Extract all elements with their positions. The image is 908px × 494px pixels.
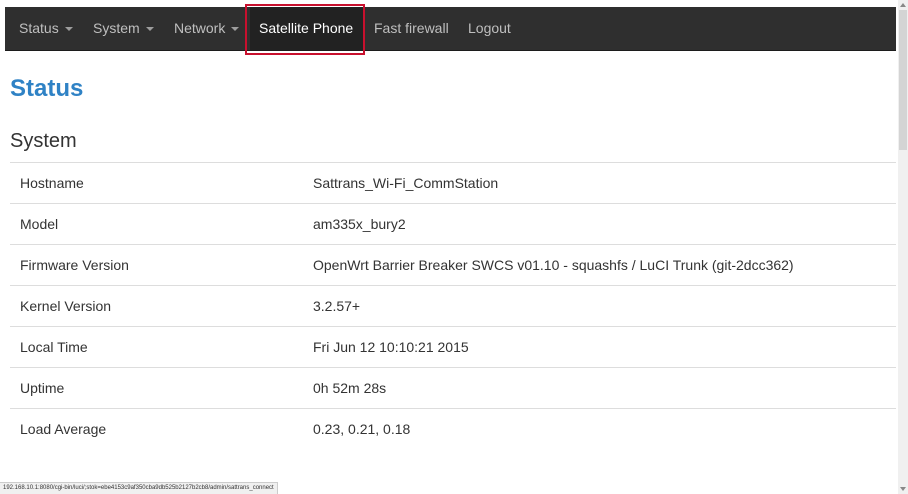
row-key: Firmware Version [10, 244, 303, 286]
table-row: Hostname Sattrans_Wi-Fi_CommStation [10, 162, 896, 204]
nav-status-menu[interactable]: Status [19, 7, 73, 50]
row-key: Hostname [10, 162, 303, 204]
table-row: Kernel Version 3.2.57+ [10, 285, 896, 327]
row-value: 0h 52m 28s [303, 367, 896, 409]
table-row: Local Time Fri Jun 12 10:10:21 2015 [10, 326, 896, 368]
row-value: 3.2.57+ [303, 285, 896, 327]
nav-network-menu[interactable]: Network [174, 7, 240, 50]
row-key: Load Average [10, 408, 303, 450]
row-key: Uptime [10, 367, 303, 409]
nav-fast-firewall-label: Fast firewall [374, 20, 449, 36]
nav-logout-label: Logout [468, 20, 511, 36]
table-row: Load Average 0.23, 0.21, 0.18 [10, 408, 896, 450]
nav-satellite-phone-label: Satellite Phone [259, 20, 354, 36]
scroll-up-icon[interactable] [900, 3, 906, 7]
nav-satellite-phone[interactable]: Satellite Phone [250, 7, 365, 50]
row-value: 0.23, 0.21, 0.18 [303, 408, 896, 450]
top-navbar: Status System Network Satellite Phone Fa… [5, 7, 896, 51]
row-value: am335x_bury2 [303, 203, 896, 245]
nav-network-label: Network [174, 20, 226, 36]
scroll-down-icon[interactable] [900, 487, 906, 491]
table-row: Model am335x_bury2 [10, 203, 896, 245]
page-title: Status [10, 75, 84, 102]
table-row: Firmware Version OpenWrt Barrier Breaker… [10, 244, 896, 286]
row-key: Kernel Version [10, 285, 303, 327]
chevron-down-icon [231, 27, 240, 32]
nav-logout[interactable]: Logout [468, 7, 511, 50]
row-key: Model [10, 203, 303, 245]
section-title: System [10, 130, 77, 152]
status-url: 192.168.10.1:8080/cgi-bin/luci/;stok=ebe… [0, 482, 278, 494]
row-value: Sattrans_Wi-Fi_CommStation [303, 162, 896, 204]
nav-system-label: System [93, 20, 140, 36]
vertical-scrollbar[interactable] [898, 0, 908, 494]
chevron-down-icon [145, 27, 154, 32]
row-value: Fri Jun 12 10:10:21 2015 [303, 326, 896, 368]
chevron-down-icon [64, 27, 73, 32]
table-row: Uptime 0h 52m 28s [10, 367, 896, 409]
row-key: Local Time [10, 326, 303, 368]
scroll-thumb[interactable] [899, 10, 907, 150]
nav-status-label: Status [19, 20, 59, 36]
nav-system-menu[interactable]: System [93, 7, 154, 50]
row-value: OpenWrt Barrier Breaker SWCS v01.10 - sq… [303, 244, 896, 286]
nav-fast-firewall[interactable]: Fast firewall [374, 7, 449, 50]
system-info-table: Hostname Sattrans_Wi-Fi_CommStation Mode… [10, 162, 896, 450]
